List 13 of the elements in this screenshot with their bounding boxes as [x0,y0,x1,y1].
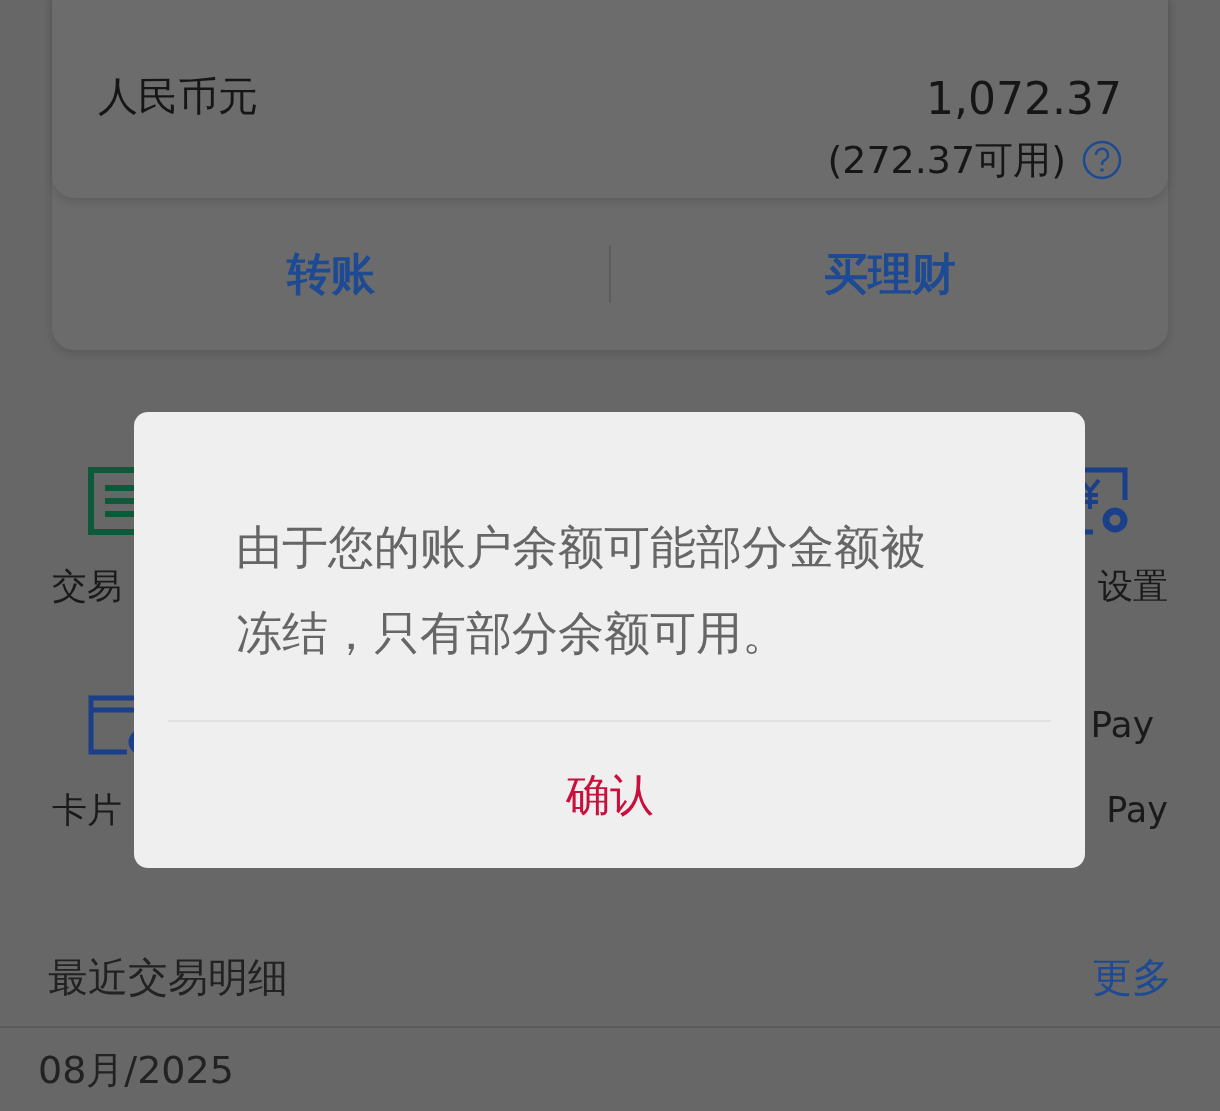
balance-amount: 1,072.37 [926,72,1122,126]
service-label[interactable]: 交易 [52,566,122,606]
dialog-message: 由于您的账户余额可能部分金额被冻结，只有部分余额可用。 [236,519,927,662]
service-label[interactable]: 卡片 [52,790,122,830]
service-label[interactable]: Pay [1106,790,1168,830]
available-amount: (272.37可用) [827,137,1066,184]
month-label: 08月/2025 [38,1048,234,1092]
action-button[interactable]: 买理财 [815,241,964,307]
service-label[interactable]: 设置 [1098,566,1168,606]
action-button[interactable]: 转账 [278,241,383,307]
confirm-button[interactable]: 确认 [549,754,670,836]
currency-label: 人民币元 [98,72,258,121]
section-title: 最近交易明细 [48,953,288,1002]
